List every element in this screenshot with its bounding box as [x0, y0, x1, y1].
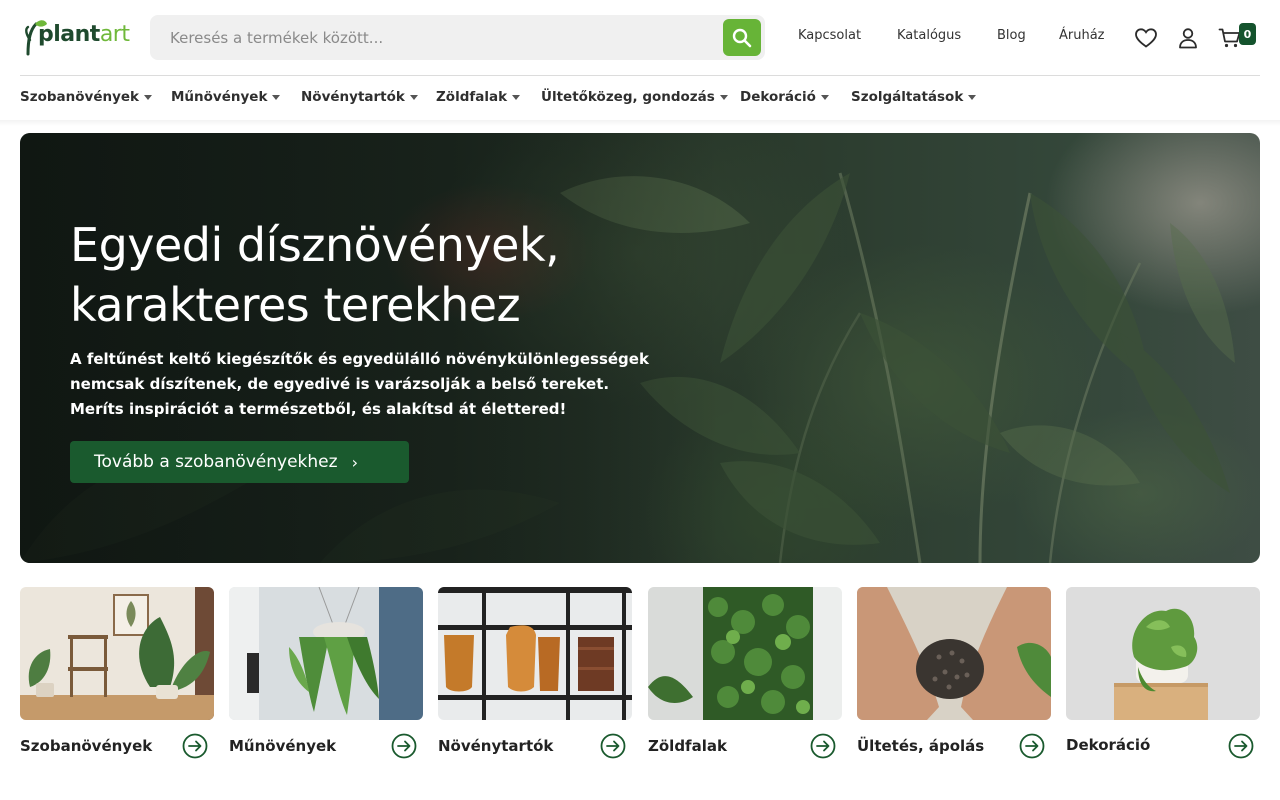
category-card-label: Dekoráció [1066, 736, 1151, 754]
hero-banner: Egyedi dísznövények, karakteres terekhez… [20, 133, 1260, 563]
nav-item-label: Ültetőközeg, gondozás [541, 89, 715, 105]
category-card-image [857, 587, 1051, 720]
category-card-image [20, 587, 214, 720]
category-card-image [438, 587, 632, 720]
nav-item-label: Műnövények [171, 89, 268, 105]
hero-description-line: A feltűnést keltő kiegészítők és egyedül… [70, 350, 649, 368]
card-photo-indoor-plants [20, 587, 214, 720]
hero-title-line: Egyedi dísznövények, [70, 218, 560, 272]
caret-down-icon [512, 94, 521, 100]
category-card-zoldfalak[interactable]: Zöldfalak [648, 587, 842, 762]
nav-item-novenytartok[interactable]: Növénytartók [301, 89, 418, 105]
caret-down-icon [820, 94, 829, 100]
logo-wordmark: plantart [38, 22, 130, 47]
arrow-right-circle-icon[interactable] [182, 733, 208, 759]
header-divider [20, 75, 1260, 76]
card-photo-moss-decoration [1066, 587, 1260, 720]
nav-item-zoldfalak[interactable]: Zöldfalak [436, 89, 521, 105]
chevron-right-icon: › [351, 452, 358, 472]
nav-item-munovenyek[interactable]: Műnövények [171, 89, 281, 105]
hero-description-line: nemcsak díszítenek, de egyedivé is varáz… [70, 375, 610, 393]
category-card-label: Műnövények [229, 737, 337, 755]
nav-item-label: Dekoráció [740, 89, 816, 105]
search-button[interactable] [723, 19, 761, 56]
hero-description: A feltűnést keltő kiegészítők és egyedül… [70, 347, 710, 422]
nav-item-dekoracio[interactable]: Dekoráció [740, 89, 829, 105]
search-bar [150, 15, 765, 60]
hero-cta-button[interactable]: Tovább a szobanövényekhez › [70, 441, 409, 483]
card-photo-hanging-plant [229, 587, 423, 720]
plantart-logo[interactable]: plantart [22, 18, 130, 56]
card-photo-green-wall [648, 587, 842, 720]
logo-text-plant: plant [38, 22, 100, 47]
caret-down-icon [719, 94, 728, 100]
caret-down-icon [272, 94, 281, 100]
wishlist-button[interactable] [1134, 26, 1158, 50]
card-photo-soil-hands [857, 587, 1051, 720]
arrow-right-circle-icon[interactable] [1019, 733, 1045, 759]
search-icon [732, 28, 752, 47]
account-button[interactable] [1176, 26, 1200, 50]
category-card-novenytartok[interactable]: Növénytartók [438, 587, 632, 762]
category-card-label: Növénytartók [438, 737, 554, 755]
category-card-label: Zöldfalak [648, 737, 727, 755]
category-card-munovenyek[interactable]: Műnövények [229, 587, 423, 762]
category-card-szobanovenyek[interactable]: Szobanövények [20, 587, 214, 762]
caret-down-icon [144, 94, 153, 100]
hero-cta-label: Tovább a szobanövényekhez [94, 452, 338, 472]
hero-description-line: Meríts inspirációt a természetből, és al… [70, 400, 567, 418]
category-card-ultetes-apolas[interactable]: Ültetés, ápolás [857, 587, 1051, 762]
caret-down-icon [968, 94, 977, 100]
caret-down-icon [409, 94, 418, 100]
nav-item-label: Növénytartók [301, 89, 405, 105]
arrow-right-circle-icon[interactable] [810, 733, 836, 759]
nav-item-label: Szobanövények [20, 89, 140, 105]
nav-item-ultetokozeg[interactable]: Ültetőközeg, gondozás [541, 89, 728, 105]
category-card-image [648, 587, 842, 720]
heart-icon [1135, 28, 1157, 48]
hero-title-line: karakteres terekhez [70, 278, 521, 332]
header-link-katalogus[interactable]: Katalógus [897, 28, 961, 43]
hero-title: Egyedi dísznövények, karakteres terekhez [70, 215, 710, 335]
search-input[interactable] [150, 15, 710, 60]
nav-item-szolgaltatasok[interactable]: Szolgáltatások [851, 89, 977, 105]
arrow-right-circle-icon[interactable] [1228, 733, 1254, 759]
category-card-label: Ültetés, ápolás [857, 737, 985, 755]
nav-item-label: Zöldfalak [436, 89, 508, 105]
user-icon [1179, 28, 1197, 49]
arrow-right-circle-icon[interactable] [391, 733, 417, 759]
card-photo-planters [438, 587, 632, 720]
header-link-blog[interactable]: Blog [997, 28, 1026, 43]
header-link-aruhaz[interactable]: Áruház [1059, 28, 1105, 43]
category-card-image [1066, 587, 1260, 720]
arrow-right-circle-icon[interactable] [600, 733, 626, 759]
logo-text-art: art [99, 22, 130, 47]
category-card-label: Szobanövények [20, 737, 153, 755]
nav-item-szobanovenyek[interactable]: Szobanövények [20, 89, 153, 105]
category-card-image [229, 587, 423, 720]
category-nav: Szobanövények Műnövények Növénytartók Zö… [20, 89, 1260, 109]
top-header: plantart Kapcsolat Katalógus Blog Áruház [0, 0, 1280, 75]
header-link-kapcsolat[interactable]: Kapcsolat [798, 28, 861, 43]
nav-shadow [0, 120, 1280, 126]
category-card-dekoracio[interactable]: Dekoráció [1066, 587, 1260, 762]
nav-item-label: Szolgáltatások [851, 89, 964, 105]
cart-count-badge: 0 [1239, 23, 1256, 45]
